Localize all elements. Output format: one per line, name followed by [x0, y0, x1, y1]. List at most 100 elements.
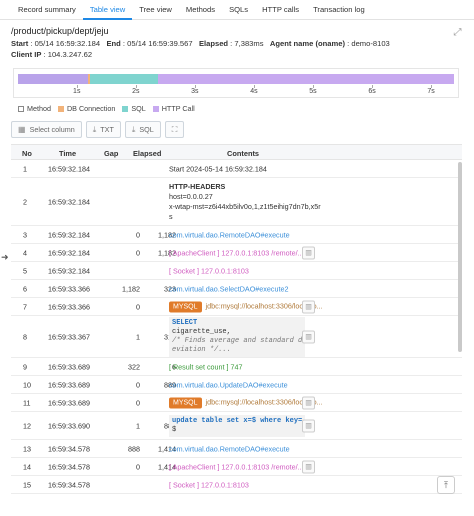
row-no: 7 — [23, 302, 27, 311]
download-txt-button[interactable]: ⤓ TXT — [85, 121, 121, 138]
fullscreen-icon: ⛶ — [171, 124, 178, 134]
table-row[interactable]: 1 16:59:32.184 Start 2024-05-14 16:59:32.1… — [11, 160, 462, 178]
row-no: 4 — [23, 248, 27, 257]
http-call-link[interactable]: [ ApacheClient ] 127.0.0.1:8103 /remote/… — [169, 462, 304, 471]
start-label: Start — [11, 39, 29, 48]
side-expand-icon[interactable]: ➜ — [1, 252, 9, 263]
row-time: 16:59:34.578 — [48, 480, 90, 489]
row-gap: 0 — [136, 230, 140, 239]
method-link[interactable]: com.virtual.dao.UpdateDAO#execute — [169, 380, 288, 389]
expand-icon[interactable]: ⤢ — [452, 27, 463, 38]
http-headers: HTTP-HEADERS host=0.0.0.27 x-wtap-mst=z6i4… — [169, 182, 321, 222]
row-content: Start 2024-05-14 16:59:32.184 — [169, 164, 267, 173]
table-row[interactable]: 14 16:59:34.578 0 1,414[ ApacheClient ] 127… — [11, 458, 462, 476]
row-gap: 0 — [136, 380, 140, 389]
table-row[interactable]: 5 16:59:32.184 [ Socket ] 127.0.0.1:8103 — [11, 262, 462, 280]
row-time: 16:59:34.578 — [48, 462, 90, 471]
row-time: 16:59:33.689 — [48, 362, 90, 371]
table-row[interactable]: 13 16:59:34.578 888 1,414 com.virtual.dao.Re… — [11, 440, 462, 458]
table-row[interactable]: 10 16:59:33.689 0 889 com.virtual.dao.Update… — [11, 376, 462, 394]
row-no: 5 — [23, 266, 27, 275]
client-ip-label: Client IP — [11, 50, 42, 59]
agent-value: demo-8103 — [351, 39, 390, 48]
sql-line: SELECT — [172, 318, 198, 327]
tab-http-calls[interactable]: HTTP calls — [255, 0, 306, 20]
table-header: No Time Gap Elapsed Contents — [11, 144, 462, 160]
col-time[interactable]: Time — [59, 149, 76, 158]
col-contents[interactable]: Contents — [227, 149, 259, 158]
method-link[interactable]: com.virtual.dao.SelectDAO#execute2 — [169, 284, 288, 293]
tab-bar: Record summary Table view Tree view Meth… — [0, 0, 474, 20]
col-gap[interactable]: Gap — [104, 149, 118, 158]
timeline-tick-label: 2s — [132, 88, 140, 95]
timeline-tick-label: 6s — [368, 88, 376, 95]
table-row[interactable]: 816:59:33.3671316SELECTcigarette_use,/* … — [11, 316, 462, 358]
row-time: 16:59:33.367 — [48, 332, 90, 341]
scroll-top-button[interactable]: ⤒ — [437, 476, 455, 494]
row-gap: 0 — [136, 462, 140, 471]
tab-tree-view[interactable]: Tree view — [132, 0, 179, 20]
table-row[interactable]: 3 16:59:32.184 0 1,182 com.virtual.dao.Remot… — [11, 226, 462, 244]
transaction-info: Start : 05/14 16:59:32.184 End : 05/14 1… — [11, 39, 390, 48]
timeline-chart[interactable]: 1s 2s 3s 4s 5s 6s 7s — [13, 68, 459, 98]
row-time: 16:59:32.184 — [48, 248, 90, 257]
tab-methods[interactable]: Methods — [179, 0, 222, 20]
row-gap: 322 — [128, 362, 140, 371]
fullscreen-button[interactable]: ⛶ — [164, 121, 185, 138]
legend-db-label: DB Connection — [66, 104, 116, 113]
row-time: 16:59:32.184 — [48, 164, 90, 173]
tab-transaction-log[interactable]: Transaction log — [306, 0, 372, 20]
legend-http-call[interactable]: HTTP Call — [152, 104, 195, 113]
row-no: 6 — [23, 284, 27, 293]
row-gap: 1 — [136, 421, 140, 430]
col-no[interactable]: No — [22, 149, 32, 158]
timeline-http-bar[interactable] — [158, 74, 454, 84]
select-column-button[interactable]: ▦ Select column — [11, 121, 82, 138]
agent-label: Agent name (oname) — [269, 39, 345, 48]
row-time: 16:59:33.366 — [48, 284, 90, 293]
method-link[interactable]: com.virtual.dao.RemoteDAO#execute — [169, 230, 290, 239]
timeline-tick-label: 7s — [427, 88, 435, 95]
table-scrollbar[interactable] — [458, 162, 462, 352]
sql-statement[interactable]: update table set x=$ where key= $ — [169, 414, 306, 437]
table-row[interactable]: 6 16:59:33.366 1,182 323 com.virtual.dao.Sel… — [11, 280, 462, 298]
http-call-link[interactable]: [ ApacheClient ] 127.0.0.1:8103 /remote/… — [169, 248, 304, 257]
legend-db-connection[interactable]: DB Connection — [57, 104, 116, 113]
chart-icon[interactable]: ▥ — [302, 246, 315, 259]
tab-table-view[interactable]: Table view — [82, 0, 133, 20]
chart-icon[interactable]: ▥ — [302, 460, 315, 473]
sql-line: cigarette_use, — [172, 327, 231, 336]
timeline-tick-label: 5s — [309, 88, 317, 95]
http-header-line: x-wtap-mst=z6i44xb5ilv0o,1,z1t5eihig7dn7… — [169, 201, 321, 211]
legend-method[interactable]: Method — [18, 104, 51, 113]
row-no: 2 — [23, 197, 27, 206]
table-row[interactable]: 9 16:59:33.689 322 6[ Result set count ] 74… — [11, 358, 462, 376]
legend-http-label: HTTP Call — [161, 104, 195, 113]
table-row[interactable]: 1216:59:33.6901888update table set x=$ w… — [11, 412, 462, 440]
row-no: 12 — [23, 421, 31, 430]
sql-statement[interactable]: SELECT cigarette_use,/* Finds average and… — [169, 316, 306, 357]
row-no: 3 — [23, 230, 27, 239]
sql-swatch — [122, 105, 129, 112]
start-value: 05/14 16:59:32.184 — [34, 39, 101, 48]
http-headers-title: HTTP-HEADERS — [169, 181, 226, 191]
row-no: 15 — [23, 480, 31, 489]
tab-record-summary[interactable]: Record summary — [11, 0, 83, 20]
chart-icon[interactable]: ▥ — [302, 396, 315, 409]
method-swatch — [18, 105, 24, 112]
method-link[interactable]: com.virtual.dao.RemoteDAO#execute — [169, 444, 290, 453]
legend-sql[interactable]: SQL — [122, 104, 146, 113]
col-elapsed[interactable]: Elapsed — [133, 149, 161, 158]
timeline-tick-label: 1s — [73, 88, 81, 95]
table-row[interactable]: 4 16:59:32.184 0 1,182[ ApacheClient ] 127.… — [11, 244, 462, 262]
chart-icon[interactable]: ▥ — [302, 419, 315, 432]
table-row[interactable]: 15 16:59:34.578 [ Socket ] 127.0.0.1:8103 — [11, 476, 462, 494]
download-sql-button[interactable]: ⤓ SQL — [124, 121, 161, 138]
table-row[interactable]: 716:59:33.36601MYSQLjdbc:mysql://localho… — [11, 298, 462, 316]
chart-icon[interactable]: ▥ — [302, 300, 315, 313]
tab-sqls[interactable]: SQLs — [222, 0, 255, 20]
table-row[interactable]: 1116:59:33.68901MYSQLjdbc:mysql://localh… — [11, 394, 462, 412]
table-row[interactable]: 2 16:59:32.184 HTTP-HEADERS host=0.0.0.27 x-… — [11, 178, 462, 226]
timeline-sql-bar[interactable] — [90, 74, 158, 84]
chart-icon[interactable]: ▥ — [302, 330, 315, 343]
